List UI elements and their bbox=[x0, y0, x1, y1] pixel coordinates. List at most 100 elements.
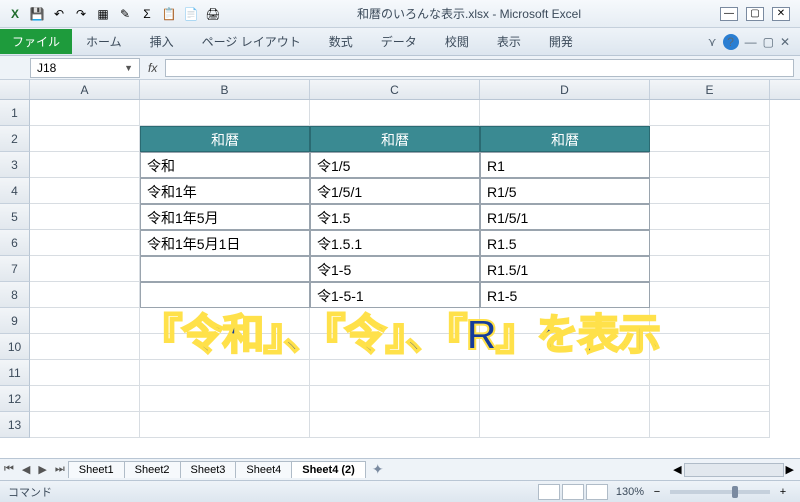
cell[interactable] bbox=[140, 412, 310, 438]
minimize-button[interactable]: — bbox=[720, 7, 738, 21]
cell[interactable] bbox=[30, 204, 140, 230]
cell[interactable]: 令和1年 bbox=[140, 178, 310, 204]
row-header[interactable]: 9 bbox=[0, 308, 30, 334]
cell[interactable] bbox=[30, 100, 140, 126]
cell[interactable] bbox=[650, 100, 770, 126]
cell[interactable]: 令1.5 bbox=[310, 204, 480, 230]
cell[interactable] bbox=[30, 334, 140, 360]
formula-input[interactable] bbox=[165, 59, 794, 77]
view-normal[interactable] bbox=[538, 484, 560, 500]
cell[interactable]: 令和1年5月1日 bbox=[140, 230, 310, 256]
cell[interactable] bbox=[650, 386, 770, 412]
tab-insert[interactable]: 挿入 bbox=[136, 29, 188, 54]
excel-icon[interactable]: X bbox=[6, 5, 24, 23]
cell[interactable] bbox=[30, 308, 140, 334]
tab-formulas[interactable]: 数式 bbox=[315, 29, 367, 54]
name-box[interactable]: J18 ▼ bbox=[30, 58, 140, 78]
zoom-percent[interactable]: 130% bbox=[616, 486, 644, 498]
zoom-slider[interactable] bbox=[670, 490, 770, 494]
cell[interactable] bbox=[650, 412, 770, 438]
cell[interactable]: 令和 bbox=[140, 152, 310, 178]
sheet-tab[interactable]: Sheet4 (2) bbox=[291, 461, 366, 478]
cell[interactable] bbox=[650, 230, 770, 256]
new-sheet-button[interactable]: ✦ bbox=[366, 461, 390, 478]
zoom-in-button[interactable]: + bbox=[776, 486, 790, 498]
tab-view[interactable]: 表示 bbox=[483, 29, 535, 54]
cell[interactable] bbox=[310, 360, 480, 386]
cell[interactable] bbox=[30, 152, 140, 178]
zoom-out-button[interactable]: − bbox=[650, 486, 664, 498]
cell[interactable]: R1-5 bbox=[480, 282, 650, 308]
hscroll-left[interactable]: ◀ bbox=[673, 463, 681, 476]
row-header[interactable]: 8 bbox=[0, 282, 30, 308]
sheet-tab[interactable]: Sheet2 bbox=[124, 461, 181, 478]
qat-icon[interactable]: ✎ bbox=[116, 5, 134, 23]
col-header-E[interactable]: E bbox=[650, 80, 770, 99]
cell[interactable] bbox=[30, 230, 140, 256]
horizontal-scrollbar[interactable] bbox=[684, 463, 784, 477]
cell[interactable] bbox=[650, 282, 770, 308]
row-header[interactable]: 1 bbox=[0, 100, 30, 126]
sheet-tab[interactable]: Sheet1 bbox=[68, 461, 125, 478]
cell[interactable] bbox=[480, 386, 650, 412]
cell[interactable]: 令1.5.1 bbox=[310, 230, 480, 256]
select-all-corner[interactable] bbox=[0, 80, 30, 99]
undo-icon[interactable]: ↶ bbox=[50, 5, 68, 23]
redo-icon[interactable]: ↷ bbox=[72, 5, 90, 23]
cell[interactable]: 和暦 bbox=[480, 126, 650, 152]
cell[interactable]: 和暦 bbox=[140, 126, 310, 152]
cell[interactable] bbox=[650, 334, 770, 360]
cell[interactable]: R1.5 bbox=[480, 230, 650, 256]
tab-nav-next[interactable]: ▶ bbox=[34, 463, 50, 476]
cell[interactable] bbox=[30, 386, 140, 412]
fx-icon[interactable]: fx bbox=[148, 61, 157, 75]
cell[interactable] bbox=[480, 308, 650, 334]
cell[interactable] bbox=[650, 152, 770, 178]
qat-icon[interactable]: Σ bbox=[138, 5, 156, 23]
ribbon-expand-icon[interactable]: ⋎ bbox=[708, 35, 717, 49]
row-header[interactable]: 12 bbox=[0, 386, 30, 412]
tab-nav-last[interactable]: ⏭ bbox=[51, 463, 69, 476]
cell[interactable] bbox=[30, 256, 140, 282]
cell[interactable] bbox=[310, 308, 480, 334]
row-header[interactable]: 5 bbox=[0, 204, 30, 230]
row-header[interactable]: 11 bbox=[0, 360, 30, 386]
workbook-max-icon[interactable]: ▢ bbox=[763, 35, 774, 49]
cell[interactable] bbox=[140, 100, 310, 126]
help-icon[interactable]: ? bbox=[723, 34, 739, 50]
workbook-close-icon[interactable]: ✕ bbox=[780, 35, 790, 49]
cell[interactable] bbox=[310, 334, 480, 360]
cell[interactable] bbox=[480, 100, 650, 126]
tab-nav-first[interactable]: ⏮ bbox=[0, 463, 18, 476]
row-header[interactable]: 10 bbox=[0, 334, 30, 360]
row-header[interactable]: 2 bbox=[0, 126, 30, 152]
hscroll-right[interactable]: ▶ bbox=[786, 463, 794, 476]
row-header[interactable]: 7 bbox=[0, 256, 30, 282]
close-button[interactable]: ✕ bbox=[772, 7, 790, 21]
tab-pagelayout[interactable]: ページ レイアウト bbox=[188, 29, 315, 54]
row-header[interactable]: 3 bbox=[0, 152, 30, 178]
maximize-button[interactable]: ▢ bbox=[746, 7, 764, 21]
row-header[interactable]: 4 bbox=[0, 178, 30, 204]
col-header-A[interactable]: A bbox=[30, 80, 140, 99]
cell[interactable]: 令和1年5月 bbox=[140, 204, 310, 230]
col-header-B[interactable]: B bbox=[140, 80, 310, 99]
cell[interactable] bbox=[480, 360, 650, 386]
cell[interactable] bbox=[140, 256, 310, 282]
tab-data[interactable]: データ bbox=[367, 29, 431, 54]
sheet-tab[interactable]: Sheet3 bbox=[180, 461, 237, 478]
view-pagelayout[interactable] bbox=[562, 484, 584, 500]
chevron-down-icon[interactable]: ▼ bbox=[124, 63, 133, 73]
qat-icon[interactable]: 🖨 bbox=[204, 5, 222, 23]
cell[interactable] bbox=[310, 386, 480, 412]
qat-icon[interactable]: 📋 bbox=[160, 5, 178, 23]
cell[interactable] bbox=[30, 412, 140, 438]
cell[interactable] bbox=[30, 282, 140, 308]
cell[interactable] bbox=[140, 282, 310, 308]
cell[interactable]: 令1/5 bbox=[310, 152, 480, 178]
cell[interactable]: R1 bbox=[480, 152, 650, 178]
tab-home[interactable]: ホーム bbox=[72, 29, 136, 54]
file-tab[interactable]: ファイル bbox=[0, 29, 72, 54]
qat-icon[interactable]: ▦ bbox=[94, 5, 112, 23]
cell[interactable] bbox=[480, 334, 650, 360]
